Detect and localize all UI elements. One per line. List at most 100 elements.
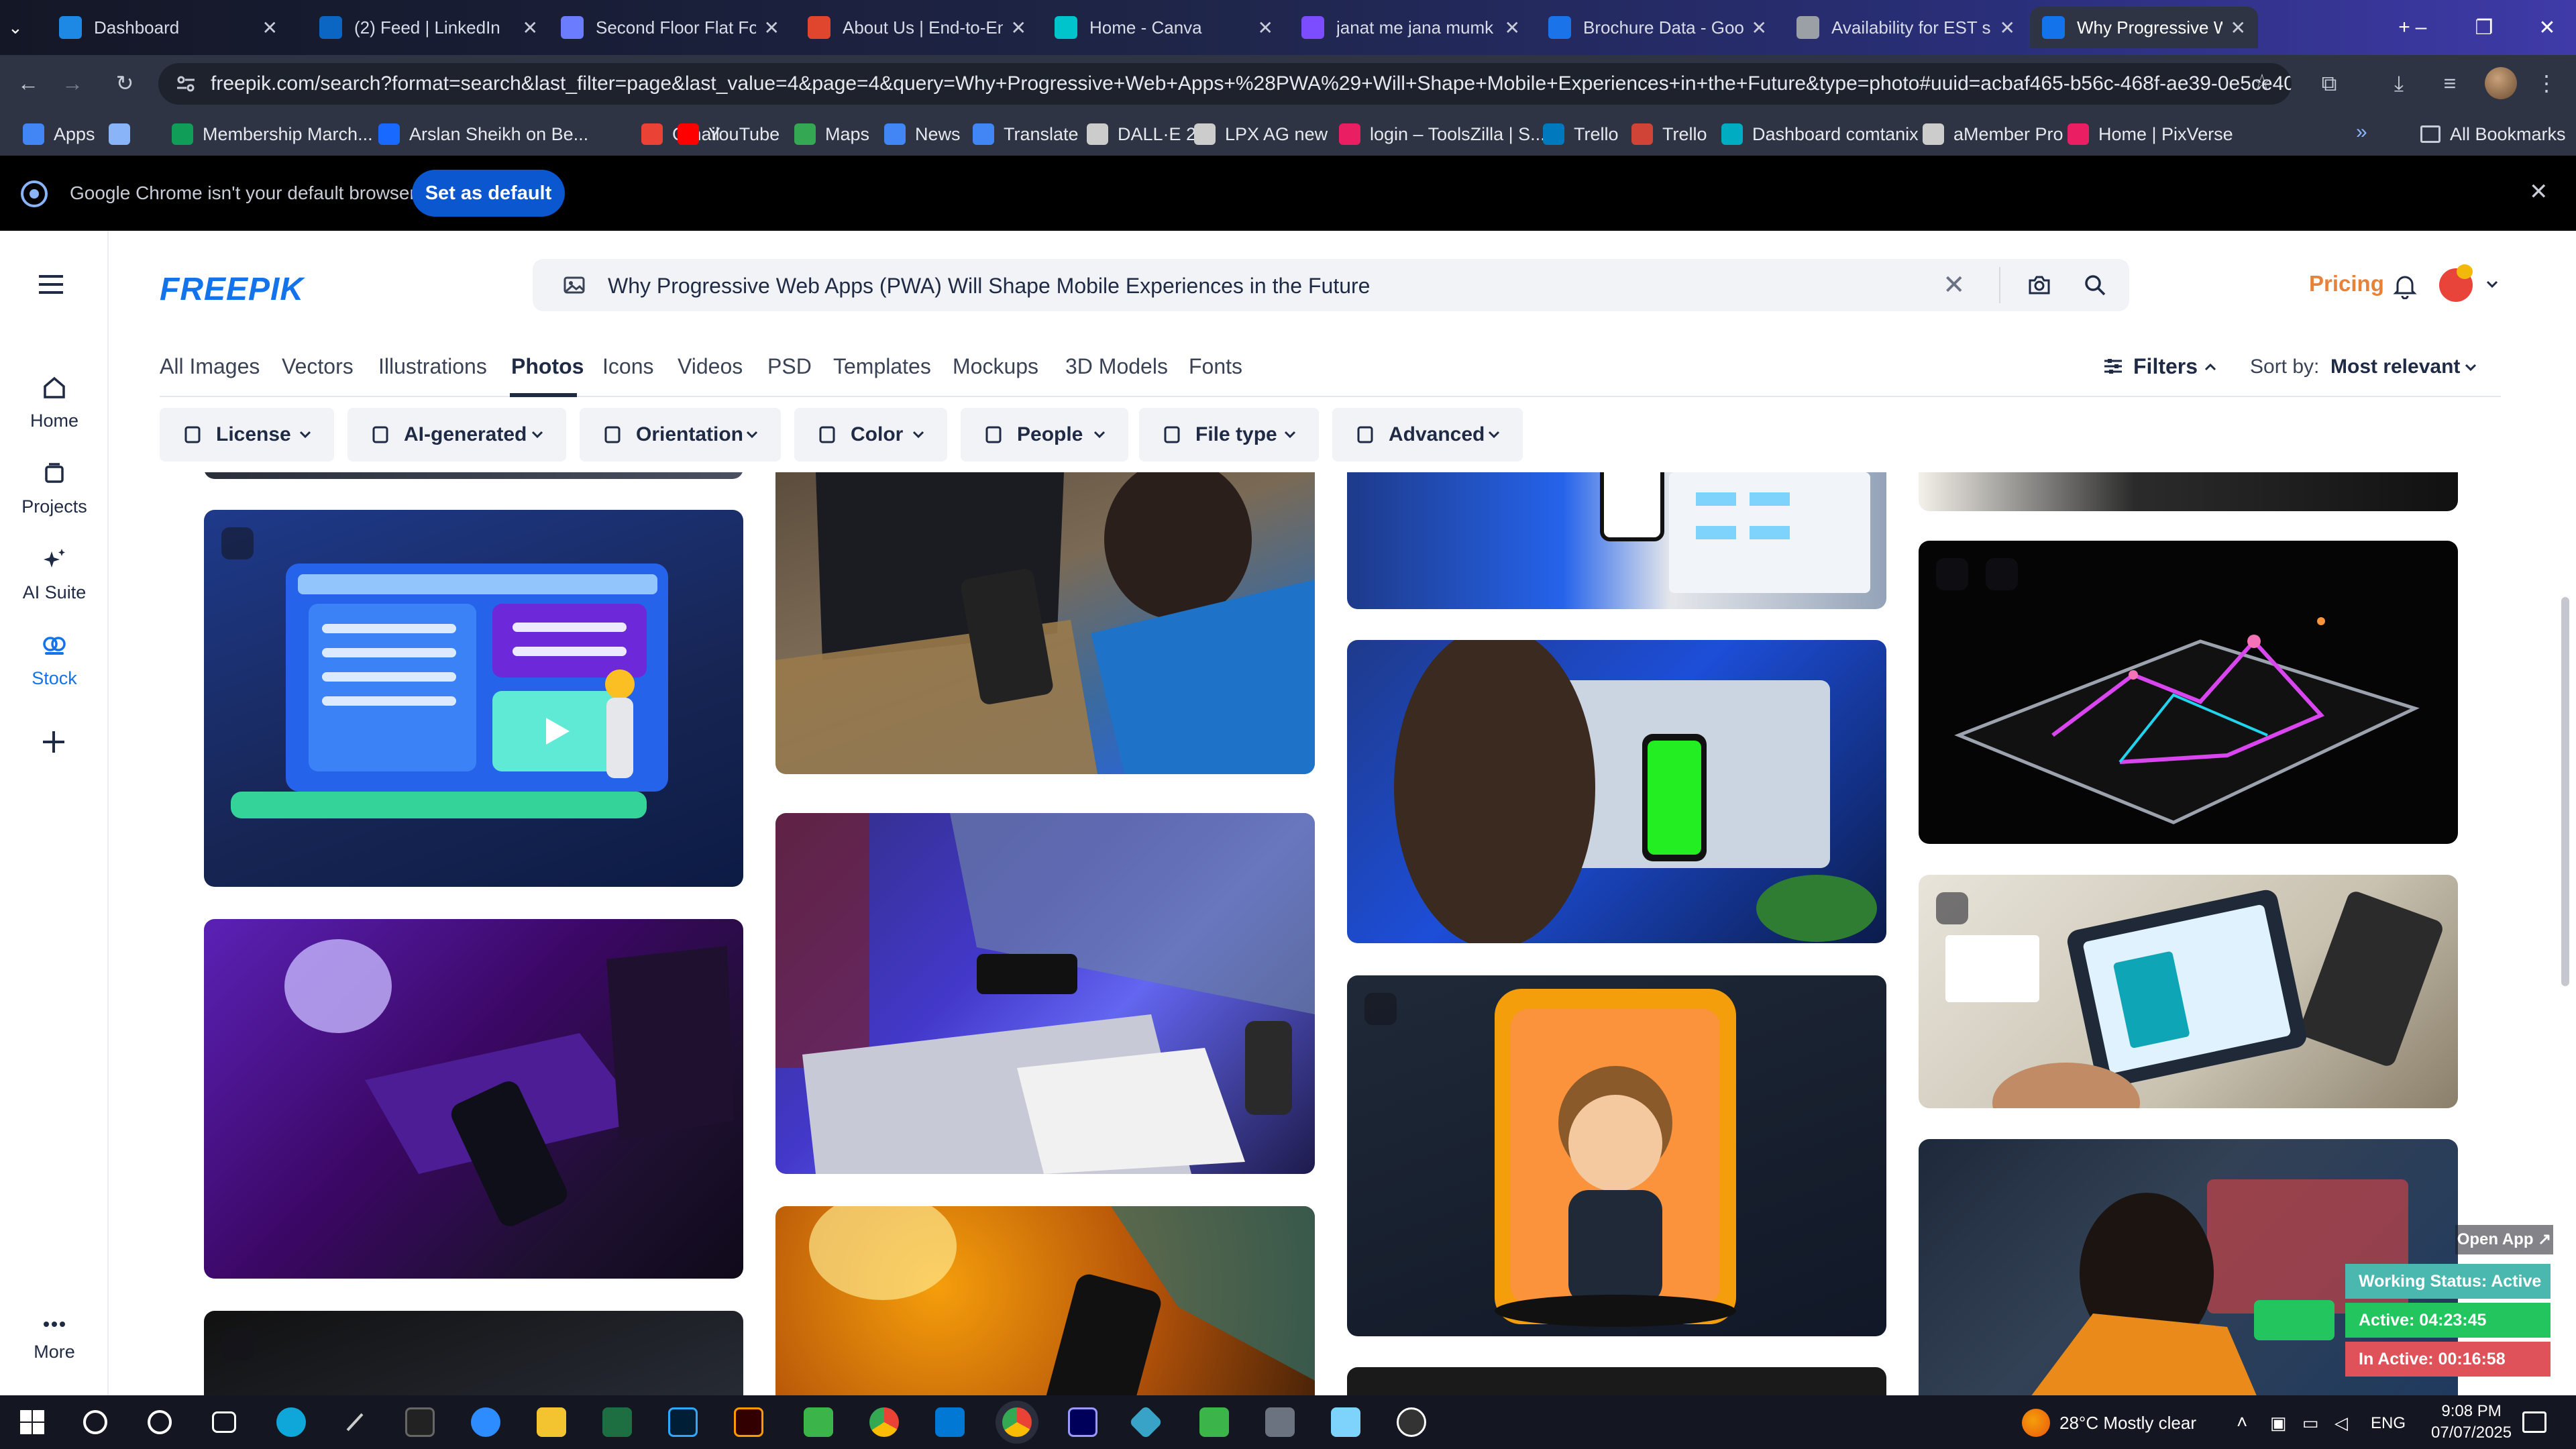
notifications-icon[interactable] [2522,1411,2546,1433]
profile-avatar[interactable] [2485,67,2517,99]
filter-chip[interactable]: License [160,408,334,462]
browser-tab[interactable]: Second Floor Flat For ✕ [549,7,792,48]
photo-card[interactable] [775,1206,1315,1395]
media-icon[interactable]: ≡ [2436,70,2463,97]
file-explorer-icon[interactable] [537,1407,566,1437]
browser-tab[interactable]: janat me jana mumk ✕ [1289,7,1532,48]
browser-tab[interactable]: (2) Feed | LinkedIn ✕ [307,7,550,48]
chrome-active-icon[interactable] [1002,1407,1032,1437]
freepik-logo[interactable]: FREEPIK [160,271,304,308]
filters-toggle[interactable]: Filters [2133,354,2198,379]
excel-icon[interactable] [602,1407,632,1437]
category-tab[interactable]: All Images [160,354,260,379]
filter-chip[interactable]: Color [794,408,947,462]
category-tab[interactable]: Videos [678,354,743,379]
weather-text[interactable]: 28°C Mostly clear [2059,1413,2196,1434]
sort-select[interactable]: Most relevant [2330,356,2460,378]
filter-chip[interactable]: Orientation [580,408,781,462]
terminal-icon[interactable] [405,1407,435,1437]
close-infobar-icon[interactable]: ✕ [2529,178,2548,205]
photo-card[interactable] [1347,640,1886,943]
bookmark-item[interactable]: Maps [794,121,869,148]
filter-chip[interactable]: AI-generated [347,408,566,462]
chevron-up-icon[interactable] [2202,358,2219,376]
all-bookmarks-button[interactable]: All Bookmarks [2420,121,2566,148]
search-taskbar-icon[interactable] [83,1410,107,1434]
pen-icon[interactable] [341,1407,370,1437]
reload-button[interactable]: ↻ [111,70,138,97]
rail-home[interactable]: Home [0,374,109,431]
page-scrollbar-thumb[interactable] [2561,597,2569,986]
set-as-default-button[interactable]: Set as default [412,170,565,217]
category-tab[interactable]: Templates [833,354,931,379]
media-player-icon[interactable] [1397,1407,1426,1437]
photo-card[interactable] [1347,975,1886,1336]
vscode-icon[interactable] [935,1407,965,1437]
menu-kebab-icon[interactable]: ⋮ [2533,70,2560,97]
bookmark-item[interactable]: login – ToolsZilla | S... [1339,121,1546,148]
bookmark-item[interactable]: Membership March... [172,121,373,148]
photo-card[interactable] [204,472,743,479]
photo-card[interactable] [1347,472,1886,609]
filters-sliders-icon[interactable] [2102,356,2124,377]
photo-card[interactable] [1347,1367,1886,1395]
minimize-button[interactable]: – [2390,0,2453,55]
tab-close-icon[interactable]: ✕ [523,17,538,39]
bookmark-item[interactable]: Trello [1631,121,1707,148]
clear-search-icon[interactable]: ✕ [1943,270,1966,301]
photoshop-icon[interactable] [668,1407,698,1437]
photo-card[interactable] [1919,875,2458,1108]
bookmark-star-icon[interactable]: ☆ [2249,68,2275,95]
tab-close-icon[interactable]: ✕ [1258,17,1273,39]
app-blue-icon[interactable] [1128,1405,1163,1440]
cortana-icon[interactable] [148,1410,172,1434]
restore-button[interactable]: ❐ [2453,0,2516,55]
open-app-button[interactable]: Open App ↗ [2455,1225,2553,1254]
search-icon[interactable] [2084,274,2106,297]
search-bar[interactable]: Why Progressive Web Apps (PWA) Will Shap… [533,259,2129,311]
hamburger-menu-icon[interactable] [39,272,68,297]
bookmark-item[interactable]: Apps [23,121,95,148]
tab-close-icon[interactable]: ✕ [2231,17,2246,39]
account-chevron-down-icon[interactable] [2483,275,2501,292]
browser-tab[interactable]: Home - Canva ✕ [1042,7,1285,48]
site-info-icon[interactable] [174,72,197,95]
category-tab[interactable]: Mockups [953,354,1038,379]
tab-close-icon[interactable]: ✕ [2000,17,2015,39]
sort-chevron-down-icon[interactable] [2462,358,2479,376]
bookmark-item[interactable]: Trello [1543,121,1619,148]
browser-tab[interactable]: Why Progressive Web ✕ [2030,7,2258,48]
tab-search-button[interactable]: ⌄ [0,7,43,48]
language-indicator[interactable]: ENG [2371,1414,2406,1433]
photo-card[interactable] [775,472,1315,774]
category-tab[interactable]: Photos [511,354,584,379]
calculator-icon[interactable] [1265,1407,1295,1437]
bookmark-item[interactable]: Arslan Sheikh on Be... [378,121,588,148]
bookmark-item[interactable]: Home | PixVerse [2068,121,2233,148]
tray-chevron-up-icon[interactable]: ˄ [2237,1411,2247,1433]
photo-card[interactable] [204,1311,743,1395]
tab-close-icon[interactable]: ✕ [764,17,780,39]
category-tab[interactable]: Vectors [282,354,354,379]
network-icon[interactable]: ▭ [2302,1413,2319,1434]
tab-close-icon[interactable]: ✕ [1752,17,1767,39]
illustrator-icon[interactable] [734,1407,763,1437]
close-window-button[interactable]: ✕ [2516,0,2576,55]
browser-tab[interactable]: Dashboard ✕ [47,7,290,48]
photo-card[interactable] [1919,541,2458,844]
category-tab[interactable]: 3D Models [1065,354,1168,379]
task-view-icon[interactable] [212,1411,236,1433]
tab-close-icon[interactable]: ✕ [1505,17,1520,39]
app-green-icon[interactable] [804,1407,833,1437]
bookmark-item[interactable]: Dashboard comtanix [1721,121,1919,148]
zoom-icon[interactable] [471,1407,500,1437]
edge-icon[interactable] [276,1407,306,1437]
bookmark-item[interactable]: Translate [973,121,1079,148]
tab-close-icon[interactable]: ✕ [262,17,278,39]
extension-icon[interactable]: ⧉ [2316,70,2343,97]
browser-tab[interactable]: About Us | End-to-En ✕ [796,7,1038,48]
photo-card[interactable] [204,510,743,887]
category-tab[interactable]: Icons [602,354,653,379]
premiere-icon[interactable] [1068,1407,1097,1437]
filter-chip[interactable]: People [961,408,1128,462]
